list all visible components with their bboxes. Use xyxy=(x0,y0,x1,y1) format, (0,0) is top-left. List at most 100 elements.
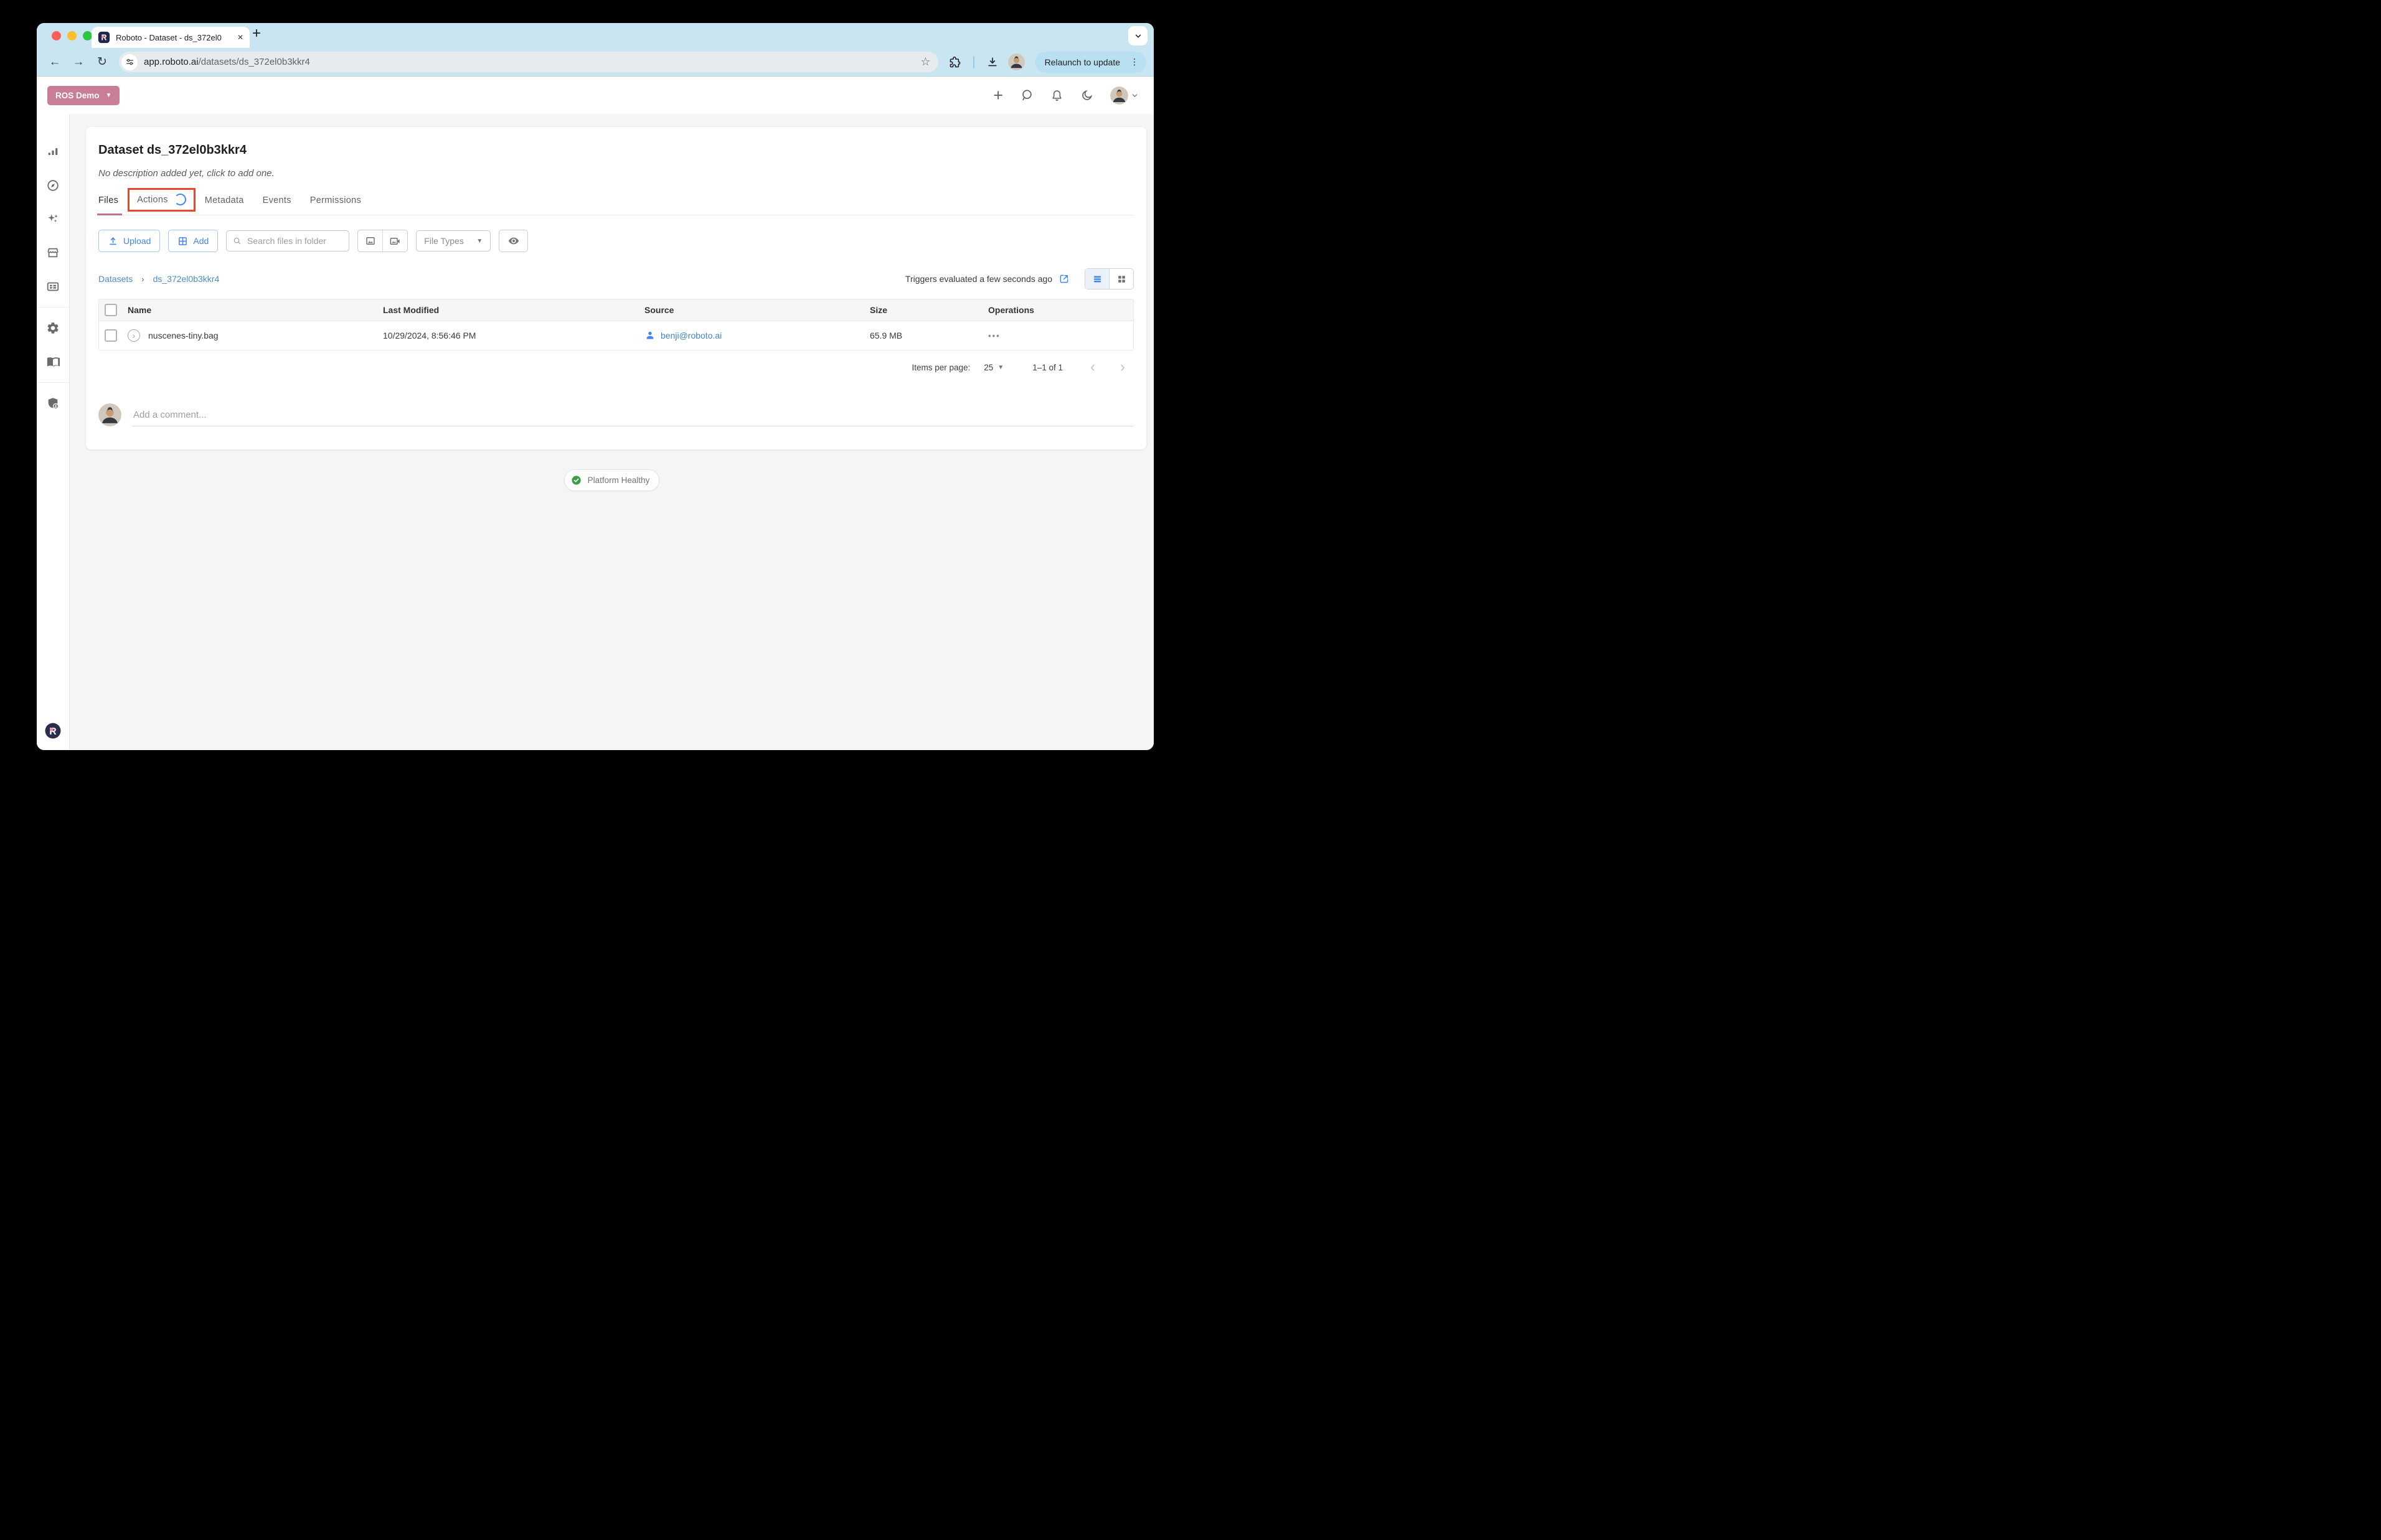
tab-search-button[interactable] xyxy=(1128,26,1148,45)
row-checkbox[interactable] xyxy=(105,329,117,342)
table-row[interactable]: › nuscenes-tiny.bag 10/29/2024, 8:56:46 … xyxy=(99,321,1133,350)
person-icon xyxy=(646,331,654,339)
breadcrumb-datasets-link[interactable]: Datasets xyxy=(98,274,133,284)
sidebar-item-ai[interactable] xyxy=(45,212,60,227)
check-circle-icon xyxy=(571,476,581,485)
relaunch-to-update-button[interactable]: Relaunch to update ⋮ xyxy=(1034,51,1146,73)
notifications-bell-icon[interactable] xyxy=(1050,89,1063,102)
back-button[interactable]: ← xyxy=(44,52,65,73)
search-files-input[interactable] xyxy=(246,235,343,246)
roboto-logo[interactable]: R xyxy=(44,721,62,740)
comment-input[interactable] xyxy=(132,406,1134,426)
previous-page-button[interactable]: ‹ xyxy=(1090,360,1095,375)
triggers-status-text: Triggers evaluated a few seconds ago xyxy=(905,274,1052,284)
tab-title: Roboto - Dataset - ds_372el0 xyxy=(116,32,222,42)
sidebar-item-datasets[interactable] xyxy=(45,144,60,159)
search-icon[interactable] xyxy=(1020,88,1034,102)
visibility-toggle-button[interactable] xyxy=(499,230,529,252)
tab-metadata[interactable]: Metadata xyxy=(205,195,244,215)
video-camera-icon xyxy=(390,237,400,245)
videos-filter-button[interactable] xyxy=(382,230,407,251)
storefront-icon xyxy=(47,248,59,258)
list-view-icon xyxy=(1093,276,1101,282)
tab-actions[interactable]: Actions xyxy=(128,188,196,215)
column-header-last-modified: Last Modified xyxy=(383,305,440,315)
dataset-card: Dataset ds_372el0b3kkr4 No description a… xyxy=(86,127,1146,449)
dark-mode-moon-icon[interactable] xyxy=(1080,89,1093,102)
commenter-avatar xyxy=(98,403,121,426)
expand-chevron-icon[interactable]: › xyxy=(128,329,140,342)
browser-profile-avatar[interactable] xyxy=(1007,54,1025,70)
refresh-button[interactable]: ↻ xyxy=(92,52,113,73)
new-tab-button[interactable]: + xyxy=(252,25,261,42)
left-sidebar: R xyxy=(37,114,70,750)
image-icon xyxy=(366,237,375,245)
upload-button[interactable]: Upload xyxy=(98,230,161,252)
open-in-new-icon[interactable] xyxy=(1058,273,1070,284)
shield-user-icon xyxy=(48,398,59,410)
caret-down-icon: ▼ xyxy=(476,237,483,245)
create-new-button[interactable]: + xyxy=(993,87,1003,104)
browser-menu-icon[interactable]: ⋮ xyxy=(1126,57,1143,67)
gear-icon xyxy=(47,322,59,334)
files-table: Name Last Modified Source Size Operation… xyxy=(98,299,1134,350)
file-types-select[interactable]: File Types ▼ xyxy=(416,230,491,251)
magnifier-icon xyxy=(234,237,241,245)
site-settings-icon[interactable] xyxy=(121,54,138,70)
bar-chart-icon xyxy=(48,148,58,156)
tab-events[interactable]: Events xyxy=(263,195,291,215)
book-icon xyxy=(47,357,60,367)
downloads-icon[interactable] xyxy=(982,52,1003,73)
images-filter-button[interactable] xyxy=(358,230,382,251)
chevron-down-icon xyxy=(1132,93,1138,97)
media-filter-group xyxy=(357,230,408,252)
sidebar-item-settings[interactable] xyxy=(45,321,60,336)
sidebar-item-explore[interactable] xyxy=(45,178,60,193)
zoom-window-button[interactable] xyxy=(83,31,92,40)
pagination: Items per page: 25 ▼ 1–1 of 1 ‹ › xyxy=(98,360,1134,375)
bookmark-star-icon[interactable]: ☆ xyxy=(920,55,930,68)
close-window-button[interactable] xyxy=(52,31,61,40)
address-bar[interactable]: app.roboto.ai/datasets/ds_372el0b3kkr4 ☆ xyxy=(119,52,938,72)
caret-down-icon: ▼ xyxy=(105,92,112,99)
file-source-link[interactable]: benji@roboto.ai xyxy=(661,331,722,340)
dataset-tabs: Files Actions Metadata Events Permission… xyxy=(97,188,1134,215)
file-search[interactable] xyxy=(226,230,350,251)
add-button[interactable]: Add xyxy=(168,230,219,252)
loading-spinner xyxy=(174,194,186,205)
svg-text:R: R xyxy=(49,726,57,737)
tab-close-icon[interactable]: ✕ xyxy=(237,33,243,42)
tab-permissions[interactable]: Permissions xyxy=(310,195,361,215)
minimize-window-button[interactable] xyxy=(67,31,77,40)
active-tab-underline xyxy=(97,214,123,215)
list-view-button[interactable] xyxy=(1085,269,1109,289)
sidebar-item-docs[interactable] xyxy=(45,354,60,369)
user-avatar[interactable] xyxy=(1110,86,1128,105)
dataset-description[interactable]: No description added yet, click to add o… xyxy=(98,168,1134,179)
row-operations-menu[interactable]: ••• xyxy=(988,331,1133,340)
workspace-selector[interactable]: ROS Demo ▼ xyxy=(47,85,120,105)
file-size: 65.9 MB xyxy=(870,331,903,340)
file-name[interactable]: nuscenes-tiny.bag xyxy=(148,331,219,340)
comment-section xyxy=(98,403,1134,426)
sidebar-item-marketplace[interactable] xyxy=(45,245,60,260)
browser-tabstrip: R Roboto - Dataset - ds_372el0 ✕ + xyxy=(37,23,1154,48)
browser-tab[interactable]: R Roboto - Dataset - ds_372el0 ✕ xyxy=(92,27,250,48)
grid-view-button[interactable] xyxy=(1109,269,1133,289)
extensions-icon[interactable] xyxy=(945,52,966,73)
next-page-button[interactable]: › xyxy=(1120,360,1125,375)
sidebar-item-admin[interactable] xyxy=(45,396,60,411)
compass-icon xyxy=(47,180,59,191)
forward-button[interactable]: → xyxy=(68,52,89,73)
select-all-checkbox[interactable] xyxy=(105,304,117,316)
url-text: app.roboto.ai/datasets/ds_372el0b3kkr4 xyxy=(144,57,310,67)
items-per-page-select[interactable]: 25 ▼ xyxy=(984,363,1004,372)
eye-icon xyxy=(508,237,519,245)
sidebar-item-collections[interactable] xyxy=(45,279,60,294)
breadcrumb-current-link[interactable]: ds_372el0b3kkr4 xyxy=(153,274,220,284)
tab-files[interactable]: Files xyxy=(97,195,123,215)
platform-status-badge[interactable]: Platform Healthy xyxy=(563,469,660,491)
card-view-icon xyxy=(47,282,59,291)
user-menu[interactable] xyxy=(1110,86,1139,105)
sidebar-divider xyxy=(37,382,69,383)
